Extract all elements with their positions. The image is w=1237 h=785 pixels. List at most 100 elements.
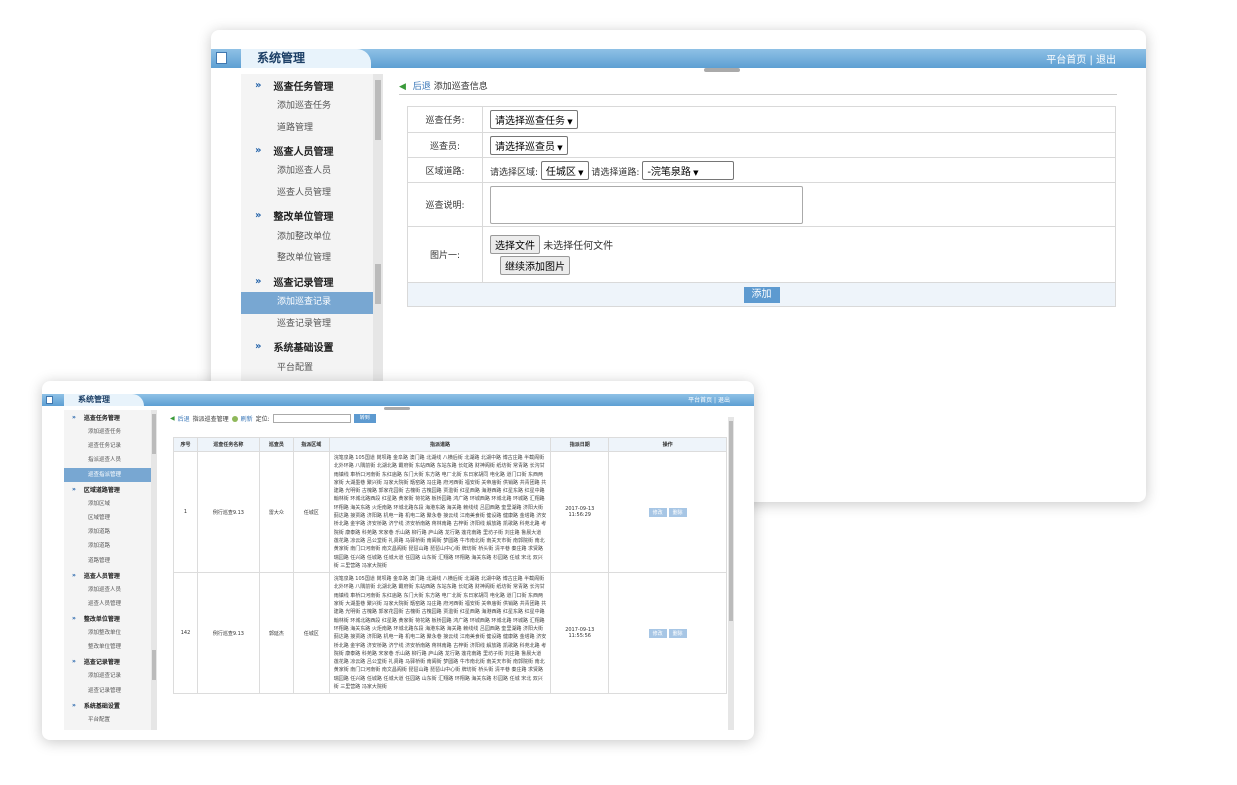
- sidebar-section-0[interactable]: » 巡查任务管理: [241, 74, 383, 96]
- column-header[interactable]: 指派日期: [550, 437, 610, 452]
- scroll-thumb[interactable]: [152, 650, 156, 680]
- sidebar-item-7[interactable]: 添加整改单位: [241, 227, 383, 249]
- road-prompt: 请选择道路:: [591, 167, 640, 178]
- sidebar-section-label: 巡查人员管理: [273, 146, 334, 158]
- back-arrow-icon[interactable]: ◀: [170, 415, 175, 422]
- sidebar-item-2[interactable]: 道路管理: [241, 118, 383, 140]
- task-name: 例行巡查9.13: [196, 572, 260, 695]
- sidebar-item-3[interactable]: 指派巡查人员: [64, 453, 156, 467]
- sidebar: » 巡查任务管理 添加巡查任务 道路管理» 巡查人员管理 添加巡查人员 巡查人员管理» 整改单…: [241, 74, 383, 384]
- header-bar: 系统管理 平台首页 | 退出: [211, 49, 1146, 68]
- choose-file-button[interactable]: 选择文件: [490, 234, 540, 254]
- area-road-label: 区域道路:: [407, 157, 483, 183]
- home-link[interactable]: 平台首页: [688, 397, 712, 404]
- sidebar-item-1[interactable]: 添加巡查任务: [241, 96, 383, 118]
- splitter-handle[interactable]: [704, 68, 740, 72]
- locate-input[interactable]: [272, 414, 351, 423]
- scroll-thumb[interactable]: [152, 414, 156, 454]
- sidebar-section-label: 巡查任务管理: [83, 415, 120, 422]
- table-row: 1 例行巡查9.13 雷大众 任城区 浣笔泉路 105国道 岗坝路 金阜路 澳门路 北湖…: [173, 450, 727, 574]
- sidebar-section-14[interactable]: » 整改单位管理: [64, 611, 156, 626]
- roads-list: 浣笔泉路 105国道 岗坝路 金阜路 澳门路 北湖线 八横后街 北湖路 北湖中路…: [328, 450, 552, 574]
- sidebar-section-label: 区域道路管理: [83, 486, 120, 494]
- table-scrollbar[interactable]: [728, 417, 734, 730]
- back-link[interactable]: 后退: [178, 414, 190, 423]
- sidebar-item-10[interactable]: 道路管理: [64, 554, 156, 568]
- back-arrow-icon[interactable]: ◀: [399, 82, 406, 92]
- sidebar-item-15[interactable]: 添加整改单位: [64, 626, 156, 640]
- sidebar-section-9[interactable]: » 巡查记录管理: [241, 270, 383, 292]
- sidebar-item-18[interactable]: 添加巡查记录: [64, 669, 156, 683]
- chevron-right-icon: »: [255, 79, 262, 91]
- edit-button[interactable]: 修改: [648, 628, 667, 638]
- road-select[interactable]: -浣笔泉路: [642, 160, 735, 180]
- column-header[interactable]: 指派道路: [328, 437, 552, 452]
- sidebar-item-13[interactable]: 巡查人员管理: [64, 597, 156, 611]
- sidebar-item-8[interactable]: 添加道路: [64, 525, 156, 539]
- sidebar-section-12[interactable]: » 系统基础设置: [241, 336, 383, 358]
- submit-button[interactable]: 添加: [743, 286, 780, 303]
- go-button[interactable]: 转到: [353, 414, 376, 423]
- column-header[interactable]: 巡查员: [258, 437, 294, 452]
- home-link[interactable]: 平台首页: [1046, 55, 1086, 66]
- sidebar-item-5[interactable]: 巡查人员管理: [241, 183, 383, 205]
- inspector-select[interactable]: 请选择巡查员: [490, 135, 568, 155]
- scroll-thumb[interactable]: [729, 421, 733, 621]
- sidebar-item-8[interactable]: 整改单位管理: [241, 248, 383, 270]
- back-link[interactable]: 后退: [413, 82, 431, 92]
- chevron-right-icon: »: [72, 701, 76, 709]
- sidebar-item-11[interactable]: 巡查记录管理: [241, 314, 383, 336]
- sidebar-item-13[interactable]: 平台配置: [241, 358, 383, 380]
- row-number: 142: [173, 572, 198, 695]
- sidebar-item-10[interactable]: 添加巡查记录: [241, 292, 383, 314]
- refresh-icon[interactable]: [231, 415, 238, 422]
- task-select[interactable]: 请选择巡查任务: [490, 110, 578, 129]
- sidebar-section-3[interactable]: » 巡查人员管理: [241, 139, 383, 161]
- area-name: 任城区: [292, 450, 330, 574]
- column-header[interactable]: 指派区域: [292, 437, 330, 452]
- column-header[interactable]: 操作: [608, 437, 727, 452]
- sidebar-scrollbar[interactable]: [373, 74, 383, 384]
- sidebar-item-12[interactable]: 添加巡查人员: [64, 583, 156, 597]
- sidebar-item-7[interactable]: 区域管理: [64, 511, 156, 525]
- chevron-right-icon: »: [72, 414, 76, 421]
- sidebar-item-19[interactable]: 巡查记录管理: [64, 684, 156, 698]
- refresh-link[interactable]: 刷新: [241, 414, 253, 423]
- sidebar-section-5[interactable]: » 区域道路管理: [64, 482, 156, 497]
- delete-button[interactable]: 删除: [668, 507, 687, 517]
- sidebar-scrollbar[interactable]: [151, 410, 157, 730]
- sidebar-item-4[interactable]: 巡查指派管理: [64, 467, 156, 482]
- desc-label: 巡查说明:: [407, 182, 483, 227]
- sidebar-section-20[interactable]: » 系统基础设置: [64, 698, 156, 713]
- sidebar-item-2[interactable]: 巡查任务记录: [64, 439, 156, 453]
- app-logo-icon: [216, 52, 227, 64]
- scroll-thumb[interactable]: [375, 80, 381, 140]
- area-select[interactable]: 任城区: [540, 160, 589, 180]
- delete-button[interactable]: 删除: [668, 628, 687, 638]
- sidebar-section-17[interactable]: » 巡查记录管理: [64, 654, 156, 669]
- sidebar-item-4[interactable]: 添加巡查人员: [241, 161, 383, 183]
- logout-link[interactable]: 退出: [1096, 55, 1116, 66]
- splitter-handle[interactable]: [384, 407, 410, 410]
- add-more-image-button[interactable]: 继续添加图片: [500, 255, 570, 275]
- column-header[interactable]: 巡查任务名称: [196, 437, 260, 452]
- chevron-right-icon: »: [72, 615, 76, 623]
- time-text: 11:56:29: [568, 512, 591, 519]
- sidebar-item-9[interactable]: 添加道路: [64, 539, 156, 553]
- chevron-right-icon: »: [72, 658, 76, 666]
- inspector-name: 郭延杰: [258, 572, 294, 695]
- sidebar-item-16[interactable]: 整改单位管理: [64, 640, 156, 654]
- sidebar-section-0[interactable]: » 巡查任务管理: [64, 410, 156, 425]
- logout-link[interactable]: 退出: [718, 397, 730, 404]
- assignment-table: 序号 巡查任务名称 巡查员 指派区域 指派道路 指派日期 操作 1 例行巡查9.13 雷大众 任城…: [173, 437, 727, 695]
- column-header[interactable]: 序号: [173, 437, 198, 452]
- edit-button[interactable]: 修改: [648, 507, 667, 517]
- desc-textarea[interactable]: [490, 185, 803, 224]
- app-logo-icon: [46, 396, 53, 404]
- sidebar-item-21[interactable]: 平台配置: [64, 713, 156, 727]
- scroll-thumb[interactable]: [375, 264, 381, 304]
- sidebar-item-6[interactable]: 添加区域: [64, 497, 156, 511]
- sidebar-section-11[interactable]: » 巡查人员管理: [64, 568, 156, 583]
- sidebar-item-1[interactable]: 添加巡查任务: [64, 425, 156, 439]
- sidebar-section-6[interactable]: » 整改单位管理: [241, 205, 383, 227]
